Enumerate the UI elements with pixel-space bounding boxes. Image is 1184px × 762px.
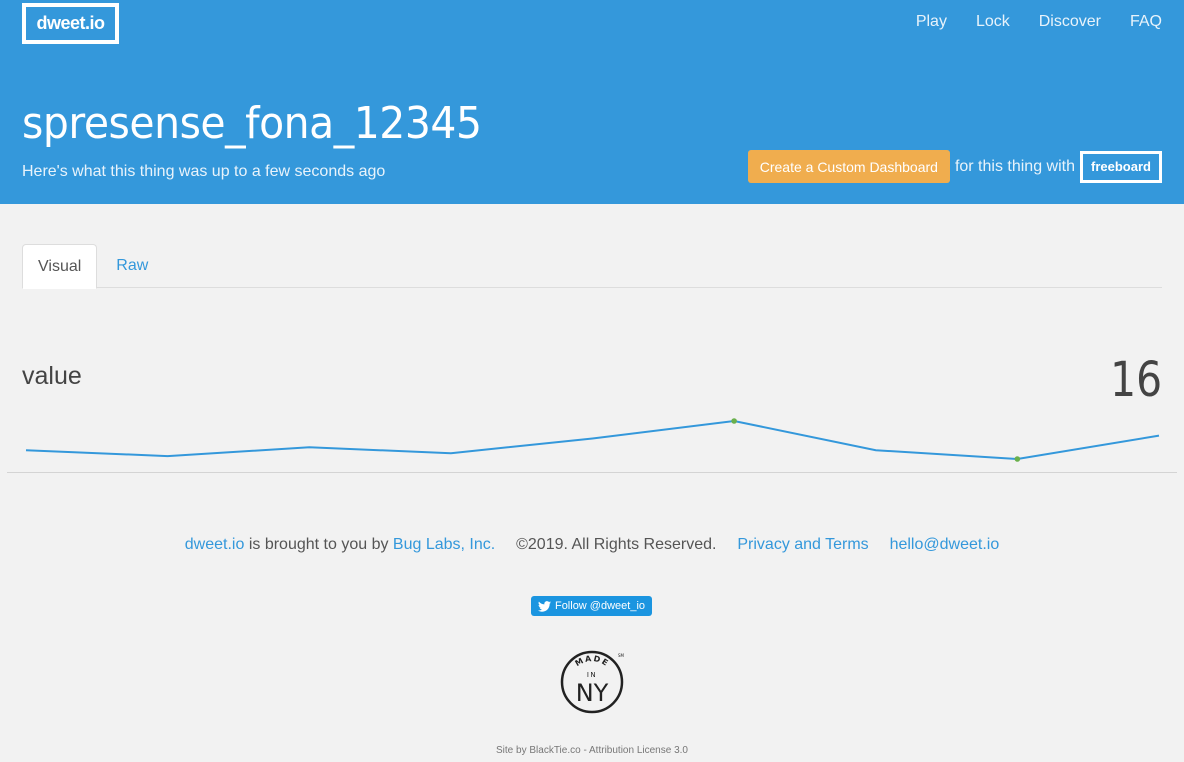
sparkline-max-point bbox=[731, 418, 737, 424]
sparkline-series-line bbox=[25, 419, 1160, 461]
thing-name: spresense_fona_12345 bbox=[22, 98, 482, 149]
twitter-bird-icon bbox=[537, 600, 551, 612]
made-in-ny-badge: MADE IN NY SM bbox=[560, 650, 625, 714]
badge-sm-text: SM bbox=[618, 653, 625, 658]
footer-dweet-link[interactable]: dweet.io bbox=[185, 536, 245, 553]
top-nav: Play Lock Discover FAQ bbox=[887, 13, 1162, 31]
view-tabs: Visual Raw bbox=[22, 244, 1162, 289]
freeboard-button[interactable]: freeboard bbox=[1080, 150, 1162, 183]
header: dweet.io Play Lock Discover FAQ spresens… bbox=[0, 0, 1184, 204]
badge-ny-text: NY bbox=[576, 679, 609, 707]
create-dashboard-button[interactable]: Create a Custom Dashboard bbox=[747, 150, 950, 183]
for-text: for this thing with bbox=[954, 157, 1075, 175]
brand-logo[interactable]: dweet.io bbox=[22, 3, 119, 44]
nav-play[interactable]: Play bbox=[916, 13, 947, 31]
footer-credits: dweet.io is brought to you by Bug Labs, … bbox=[0, 536, 1184, 554]
footer-email-link[interactable]: hello@dweet.io bbox=[890, 536, 1000, 553]
widget-divider bbox=[7, 472, 1177, 473]
twitter-follow-button[interactable]: Follow @dweet_io bbox=[531, 596, 652, 616]
nav-lock[interactable]: Lock bbox=[976, 13, 1010, 31]
site-attribution: Site by BlackTie.co - Attribution Licens… bbox=[496, 745, 688, 756]
tab-visual[interactable]: Visual bbox=[22, 244, 98, 289]
badge-in-text: IN bbox=[587, 671, 597, 679]
sparkline-min-point bbox=[1014, 456, 1021, 462]
tab-raw[interactable]: Raw bbox=[101, 244, 163, 288]
nav-faq[interactable]: FAQ bbox=[1130, 13, 1162, 31]
twitter-follow-label: Follow @dweet_io bbox=[554, 600, 646, 612]
nav-discover[interactable]: Discover bbox=[1039, 13, 1101, 31]
dashboard-row: Create a Custom Dashboard for this thing… bbox=[747, 150, 1162, 183]
widget-label: value bbox=[22, 362, 82, 390]
footer-brought-text: is brought to you by bbox=[244, 536, 393, 553]
sparkline-chart bbox=[25, 418, 1160, 462]
footer-copyright: ©2019. All Rights Reserved. bbox=[516, 536, 717, 553]
footer-privacy-link[interactable]: Privacy and Terms bbox=[737, 536, 868, 553]
footer-buglabs-link[interactable]: Bug Labs, Inc. bbox=[393, 536, 495, 553]
subtitle: Here's what this thing was up to a few s… bbox=[22, 163, 386, 180]
